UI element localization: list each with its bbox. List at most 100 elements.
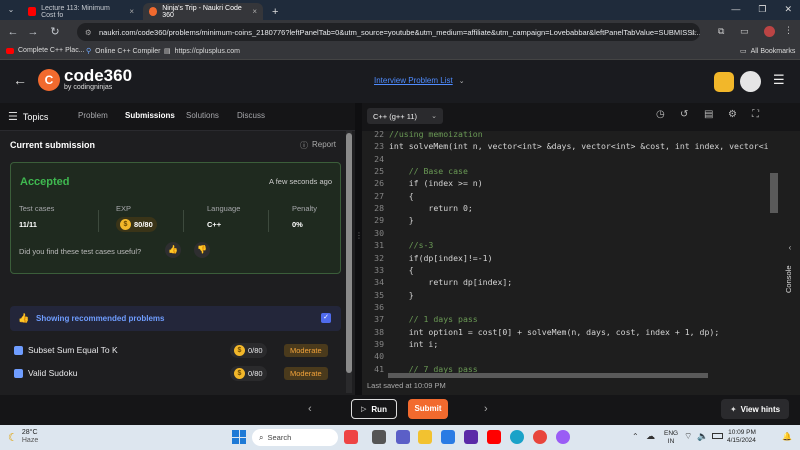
timer-icon[interactable]: ◷ [656, 109, 665, 120]
chat-app-icon[interactable] [556, 430, 570, 444]
forward-icon[interactable]: → [26, 25, 40, 39]
back-icon[interactable]: ← [6, 25, 20, 39]
site-info-icon[interactable]: ⚙ [85, 28, 92, 37]
list-item[interactable]: Valid Sudoku $ 0/80 Moderate [14, 365, 334, 381]
submit-button[interactable]: Submit [408, 399, 448, 419]
task-view-icon[interactable] [372, 430, 386, 444]
streak-badge-icon[interactable] [714, 72, 734, 92]
browser-tab-2[interactable]: Ninja's Trip - Naukri Code 360 × [143, 3, 263, 20]
editor-hscroll-thumb[interactable] [388, 373, 708, 378]
tab-submissions[interactable]: Submissions [125, 111, 175, 120]
code-line[interactable]: // Base case [389, 166, 468, 176]
store-icon[interactable] [441, 430, 455, 444]
list-item[interactable]: Subset Sum Equal To K $ 0/80 Moderate [14, 342, 334, 358]
volume-icon[interactable]: 🔈 [697, 431, 708, 442]
code-line[interactable]: int option1 = cost[0] + solveMem(n, days… [389, 327, 720, 337]
code-editor[interactable]: C++ (g++ 11) ⌄ ◷ ↺ ▤ ⚙ ⛶ 22 //using memoi… [362, 103, 800, 395]
back-arrow-icon[interactable]: ← [13, 72, 27, 88]
notification-icon[interactable]: 🔔 [782, 432, 792, 441]
view-hints-button[interactable]: ✦ View hints [721, 399, 789, 419]
youtube-icon[interactable] [487, 430, 501, 444]
code-line[interactable]: //s-3 [389, 240, 434, 250]
new-tab-button[interactable]: + [266, 3, 284, 20]
chrome-icon[interactable] [533, 430, 547, 444]
line-number: 36 [374, 301, 384, 312]
left-scrollbar[interactable] [346, 131, 352, 393]
run-button[interactable]: ▷ Run [351, 399, 397, 419]
sidebar-icon[interactable]: ▭ [740, 26, 749, 37]
widgets-icon[interactable] [344, 430, 358, 444]
start-button[interactable] [232, 430, 246, 444]
battery-icon[interactable] [712, 433, 723, 439]
editor-vscroll-thumb[interactable] [770, 173, 778, 213]
recommended-checkbox[interactable]: ✓ [321, 313, 331, 323]
close-tab-icon[interactable]: × [129, 7, 134, 16]
code-line[interactable]: return 0; [389, 203, 472, 213]
prev-problem-icon[interactable]: ‹ [308, 403, 312, 415]
url-input[interactable]: ⚙ naukri.com/code360/problems/minimum-co… [77, 23, 700, 41]
code-line[interactable]: //using memoization [389, 129, 483, 139]
edge-icon[interactable] [510, 430, 524, 444]
thumbs-down-icon[interactable]: 👎 [194, 242, 210, 258]
code-line[interactable]: int solveMem(int n, vector<int> &days, v… [389, 141, 769, 151]
next-problem-icon[interactable]: › [484, 403, 488, 415]
tab-problem[interactable]: Problem [78, 111, 108, 120]
all-bookmarks-button[interactable]: ▭ All Bookmarks [740, 47, 795, 56]
code-line[interactable]: { [389, 265, 414, 275]
language-select[interactable]: C++ (g++ 11) ⌄ [367, 108, 443, 124]
chevron-left-icon: ‹ [788, 243, 792, 252]
tab-solutions[interactable]: Solutions [186, 111, 219, 120]
settings-icon[interactable]: ⚙ [728, 109, 737, 120]
report-button[interactable]: ⓘ Report [300, 140, 336, 151]
menu-icon[interactable]: ⋮ [784, 25, 793, 36]
thumbs-up-icon[interactable]: 👍 [165, 242, 181, 258]
feedback-question: Did you find these test cases useful? [19, 247, 142, 256]
code-line[interactable]: // 1 days pass [389, 314, 478, 324]
code-line[interactable]: if(dp[index]!=-1) [389, 253, 493, 263]
fullscreen-icon[interactable]: ⛶ [752, 109, 759, 120]
reset-icon[interactable]: ↺ [680, 109, 688, 120]
console-tab[interactable]: ‹ Console [782, 243, 798, 303]
minimize-icon[interactable]: — [731, 4, 740, 15]
problem-list-link[interactable]: Interview Problem List ⌄ [374, 76, 465, 85]
bookmark-item[interactable]: ⚲ Online C++ Compiler [86, 47, 161, 56]
panel-resize-handle[interactable]: ⋮ [355, 232, 363, 263]
code-line[interactable]: { [389, 191, 414, 201]
bookmark-star-icon[interactable]: ☆ [690, 28, 697, 37]
language-indicator[interactable]: ENG IN [664, 430, 678, 446]
clock[interactable]: 10:09 PM 4/15/2024 [727, 429, 756, 445]
code-area[interactable]: 22 //using memoization 23 int solveMem(int … [362, 129, 782, 379]
code-line[interactable]: if (index >= n) [389, 178, 483, 188]
code360-logo[interactable]: C code360 by codingninjas [38, 67, 132, 91]
maximize-icon[interactable]: ❐ [758, 4, 766, 15]
windows-taskbar: ☾ 28°C Haze ⌕ Search ⌃ ☁ ENG IN ⌔ 🔈 10:0… [0, 425, 800, 450]
topics-button[interactable]: ☰ Topics [8, 110, 48, 123]
close-window-icon[interactable]: ✕ [784, 4, 792, 15]
scroll-thumb[interactable] [346, 133, 352, 373]
cloud-icon[interactable]: ☁ [646, 431, 655, 442]
code-line[interactable]: return dp[index]; [389, 277, 512, 287]
profile-avatar[interactable] [764, 26, 775, 37]
code-line[interactable]: } [389, 215, 414, 225]
code-line[interactable]: int i; [389, 339, 439, 349]
hamburger-menu-icon[interactable]: ☰ [773, 72, 785, 88]
browser-tab-1[interactable]: Lecture 113: Minimum Cost fo × [22, 3, 140, 20]
bookmark-item[interactable]: Complete C++ Plac... [6, 47, 85, 54]
extensions-icon[interactable]: ⧉ [718, 26, 724, 37]
weather-widget[interactable]: ☾ 28°C Haze [8, 429, 38, 445]
taskbar-search[interactable]: ⌕ Search [252, 429, 338, 446]
bookmark-item[interactable]: ▤ https://cplusplus.com [164, 47, 240, 56]
code-line[interactable]: } [389, 290, 414, 300]
tray-chevron-icon[interactable]: ⌃ [632, 432, 639, 441]
teams-icon[interactable] [396, 430, 410, 444]
user-avatar[interactable] [740, 71, 761, 92]
reload-icon[interactable]: ↻ [48, 25, 62, 39]
close-tab-icon[interactable]: × [252, 7, 257, 16]
vscode-icon[interactable] [464, 430, 478, 444]
file-explorer-icon[interactable] [418, 430, 432, 444]
wifi-icon[interactable]: ⌔ [684, 431, 692, 442]
tab-discuss[interactable]: Discuss [237, 111, 265, 120]
tab-search-icon[interactable]: ⌄ [4, 3, 18, 17]
layout-icon[interactable]: ▤ [704, 109, 713, 120]
search-label: Search [267, 433, 292, 442]
